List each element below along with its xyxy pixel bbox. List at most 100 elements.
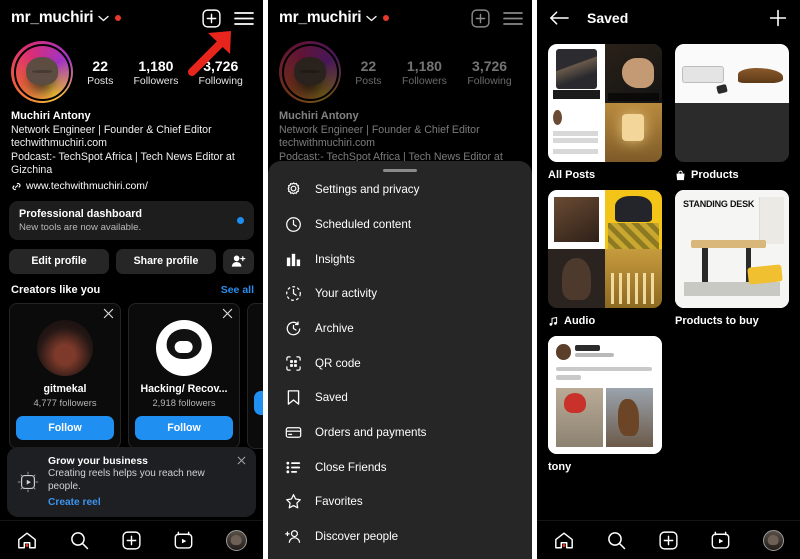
toast-title: Grow your business [48, 456, 148, 468]
saved-header: Saved [537, 0, 800, 36]
follow-button[interactable]: Follow [135, 415, 233, 440]
menu-item-label: Favorites [315, 495, 363, 509]
add-people-button[interactable] [223, 248, 254, 274]
add-post-icon[interactable] [202, 8, 221, 28]
add-post-icon[interactable] [121, 530, 141, 550]
star-icon [285, 493, 302, 510]
list-icon [285, 459, 302, 476]
chevron-down-icon[interactable] [98, 15, 110, 22]
stat-followers[interactable]: 1,180 Followers [133, 58, 178, 87]
collection-tony[interactable]: tony [548, 336, 662, 473]
dashboard-subtitle: New tools are now available. [19, 221, 142, 233]
avatar[interactable] [11, 41, 73, 103]
collection-label-row: tony [548, 461, 662, 473]
dashboard-dot [237, 216, 244, 224]
collection-thumbnail [548, 336, 662, 454]
collection-products-to-buy[interactable]: STANDING DESK Products to buy [675, 190, 789, 327]
search-icon[interactable] [70, 531, 89, 550]
display-name: Muchiri Antony [11, 110, 91, 122]
add-post-icon[interactable] [471, 8, 490, 28]
stat-value: 22 [92, 57, 108, 74]
collection-thumbnail-mosaic [548, 190, 662, 308]
menu-item-settings-and-privacy[interactable]: Settings and privacy [268, 172, 532, 207]
menu-item-label: Archive [315, 321, 354, 335]
menu-item-scheduled-content[interactable]: Scheduled content [268, 207, 532, 242]
collection-all-posts[interactable]: All Posts [548, 44, 662, 181]
creator-name: gitmekal [43, 382, 87, 395]
close-icon[interactable] [103, 308, 114, 319]
menu-item-orders-and-payments[interactable]: Orders and payments [268, 415, 532, 450]
stat-posts[interactable]: 22 Posts [355, 58, 381, 87]
dashboard-title: Professional dashboard [19, 207, 142, 220]
username-label[interactable]: mr_muchiri [11, 9, 94, 27]
bottom-navigation [537, 520, 800, 559]
new-badge-dot [115, 15, 122, 21]
thumbnail [732, 44, 789, 103]
home-icon[interactable] [17, 531, 37, 550]
collection-audio[interactable]: Audio [548, 190, 662, 327]
creator-card[interactable]: Hacking/ Recov... 2,918 followers Follow [128, 302, 240, 449]
stat-label: Following [198, 74, 243, 87]
bio-line: techwithmuchiri.com [11, 137, 107, 150]
profile-avatar[interactable] [225, 529, 247, 551]
avatar[interactable] [279, 41, 341, 103]
display-name: Muchiri Antony [279, 110, 359, 122]
hamburger-menu[interactable] [234, 11, 254, 26]
stat-value: 1,180 [138, 57, 174, 74]
thumbnail [675, 103, 732, 162]
menu-item-discover-people[interactable]: Discover people [268, 519, 532, 554]
stat-label: Followers [401, 74, 447, 87]
stat-posts[interactable]: 22 Posts [87, 58, 113, 87]
close-icon[interactable] [222, 308, 233, 319]
reels-icon[interactable] [711, 531, 730, 550]
creator-card[interactable]: gitmekal 4,777 followers Follow [9, 302, 121, 449]
creator-card-partial[interactable] [247, 302, 263, 449]
collection-thumbnail: STANDING DESK [675, 190, 789, 308]
collection-label: All Posts [548, 169, 596, 181]
home-icon[interactable] [554, 531, 574, 550]
collection-products[interactable]: Products [675, 44, 789, 181]
menu-item-saved[interactable]: Saved [268, 381, 532, 416]
profile-link[interactable]: www.techwithmuchiri.com/ [0, 178, 263, 192]
professional-dashboard-card[interactable]: Professional dashboard New tools are now… [9, 200, 254, 240]
collection-thumbnail-mosaic [548, 44, 662, 162]
thumbnail [605, 249, 662, 308]
menu-item-qr-code[interactable]: QR code [268, 346, 532, 381]
close-icon[interactable] [237, 456, 246, 465]
profile-avatar[interactable] [762, 529, 784, 551]
hamburger-menu[interactable] [503, 11, 523, 26]
menu-item-label: Insights [315, 252, 355, 266]
username-label[interactable]: mr_muchiri [279, 9, 362, 27]
menu-item-close-friends[interactable]: Close Friends [268, 450, 532, 485]
menu-item-insights[interactable]: Insights [268, 242, 532, 277]
creator-followers: 2,918 followers [152, 396, 216, 408]
add-post-icon[interactable] [658, 530, 678, 550]
see-all-link[interactable]: See all [221, 284, 254, 296]
bio-line: Podcast:- TechSpot Africa | Tech News Ed… [11, 150, 235, 163]
profile-stats: 22 Posts 1,180 Followers 3,726 Following [0, 36, 263, 103]
menu-bottom-sheet: Settings and privacy Scheduled content I… [268, 161, 532, 559]
menu-item-favorites[interactable]: Favorites [268, 485, 532, 520]
reels-icon[interactable] [174, 531, 193, 550]
menu-item-your-activity[interactable]: Your activity [268, 276, 532, 311]
thumbnail [732, 103, 789, 162]
menu-item-archive[interactable]: Archive [268, 311, 532, 346]
search-icon[interactable] [607, 531, 626, 550]
add-collection-icon[interactable] [769, 9, 787, 27]
back-arrow-icon[interactable] [549, 10, 569, 26]
bottom-navigation [0, 520, 263, 559]
creator-avatar [156, 319, 212, 376]
stat-following[interactable]: 3,726 Following [467, 58, 511, 87]
stat-followers[interactable]: 1,180 Followers [402, 58, 447, 87]
chevron-down-icon[interactable] [366, 15, 378, 22]
thumbnail [548, 103, 605, 162]
stat-following[interactable]: 3,726 Following [199, 58, 243, 87]
bio-line: Gizchina [11, 164, 53, 177]
edit-profile-button[interactable]: Edit profile [9, 248, 109, 274]
follow-button[interactable] [254, 390, 263, 415]
gear-icon [285, 181, 302, 198]
share-profile-button[interactable]: Share profile [116, 248, 216, 274]
create-reel-link[interactable]: Create reel [48, 497, 228, 508]
follow-button[interactable]: Follow [16, 415, 114, 440]
profile-bio: Muchiri Antony Network Engineer | Founde… [0, 103, 263, 178]
